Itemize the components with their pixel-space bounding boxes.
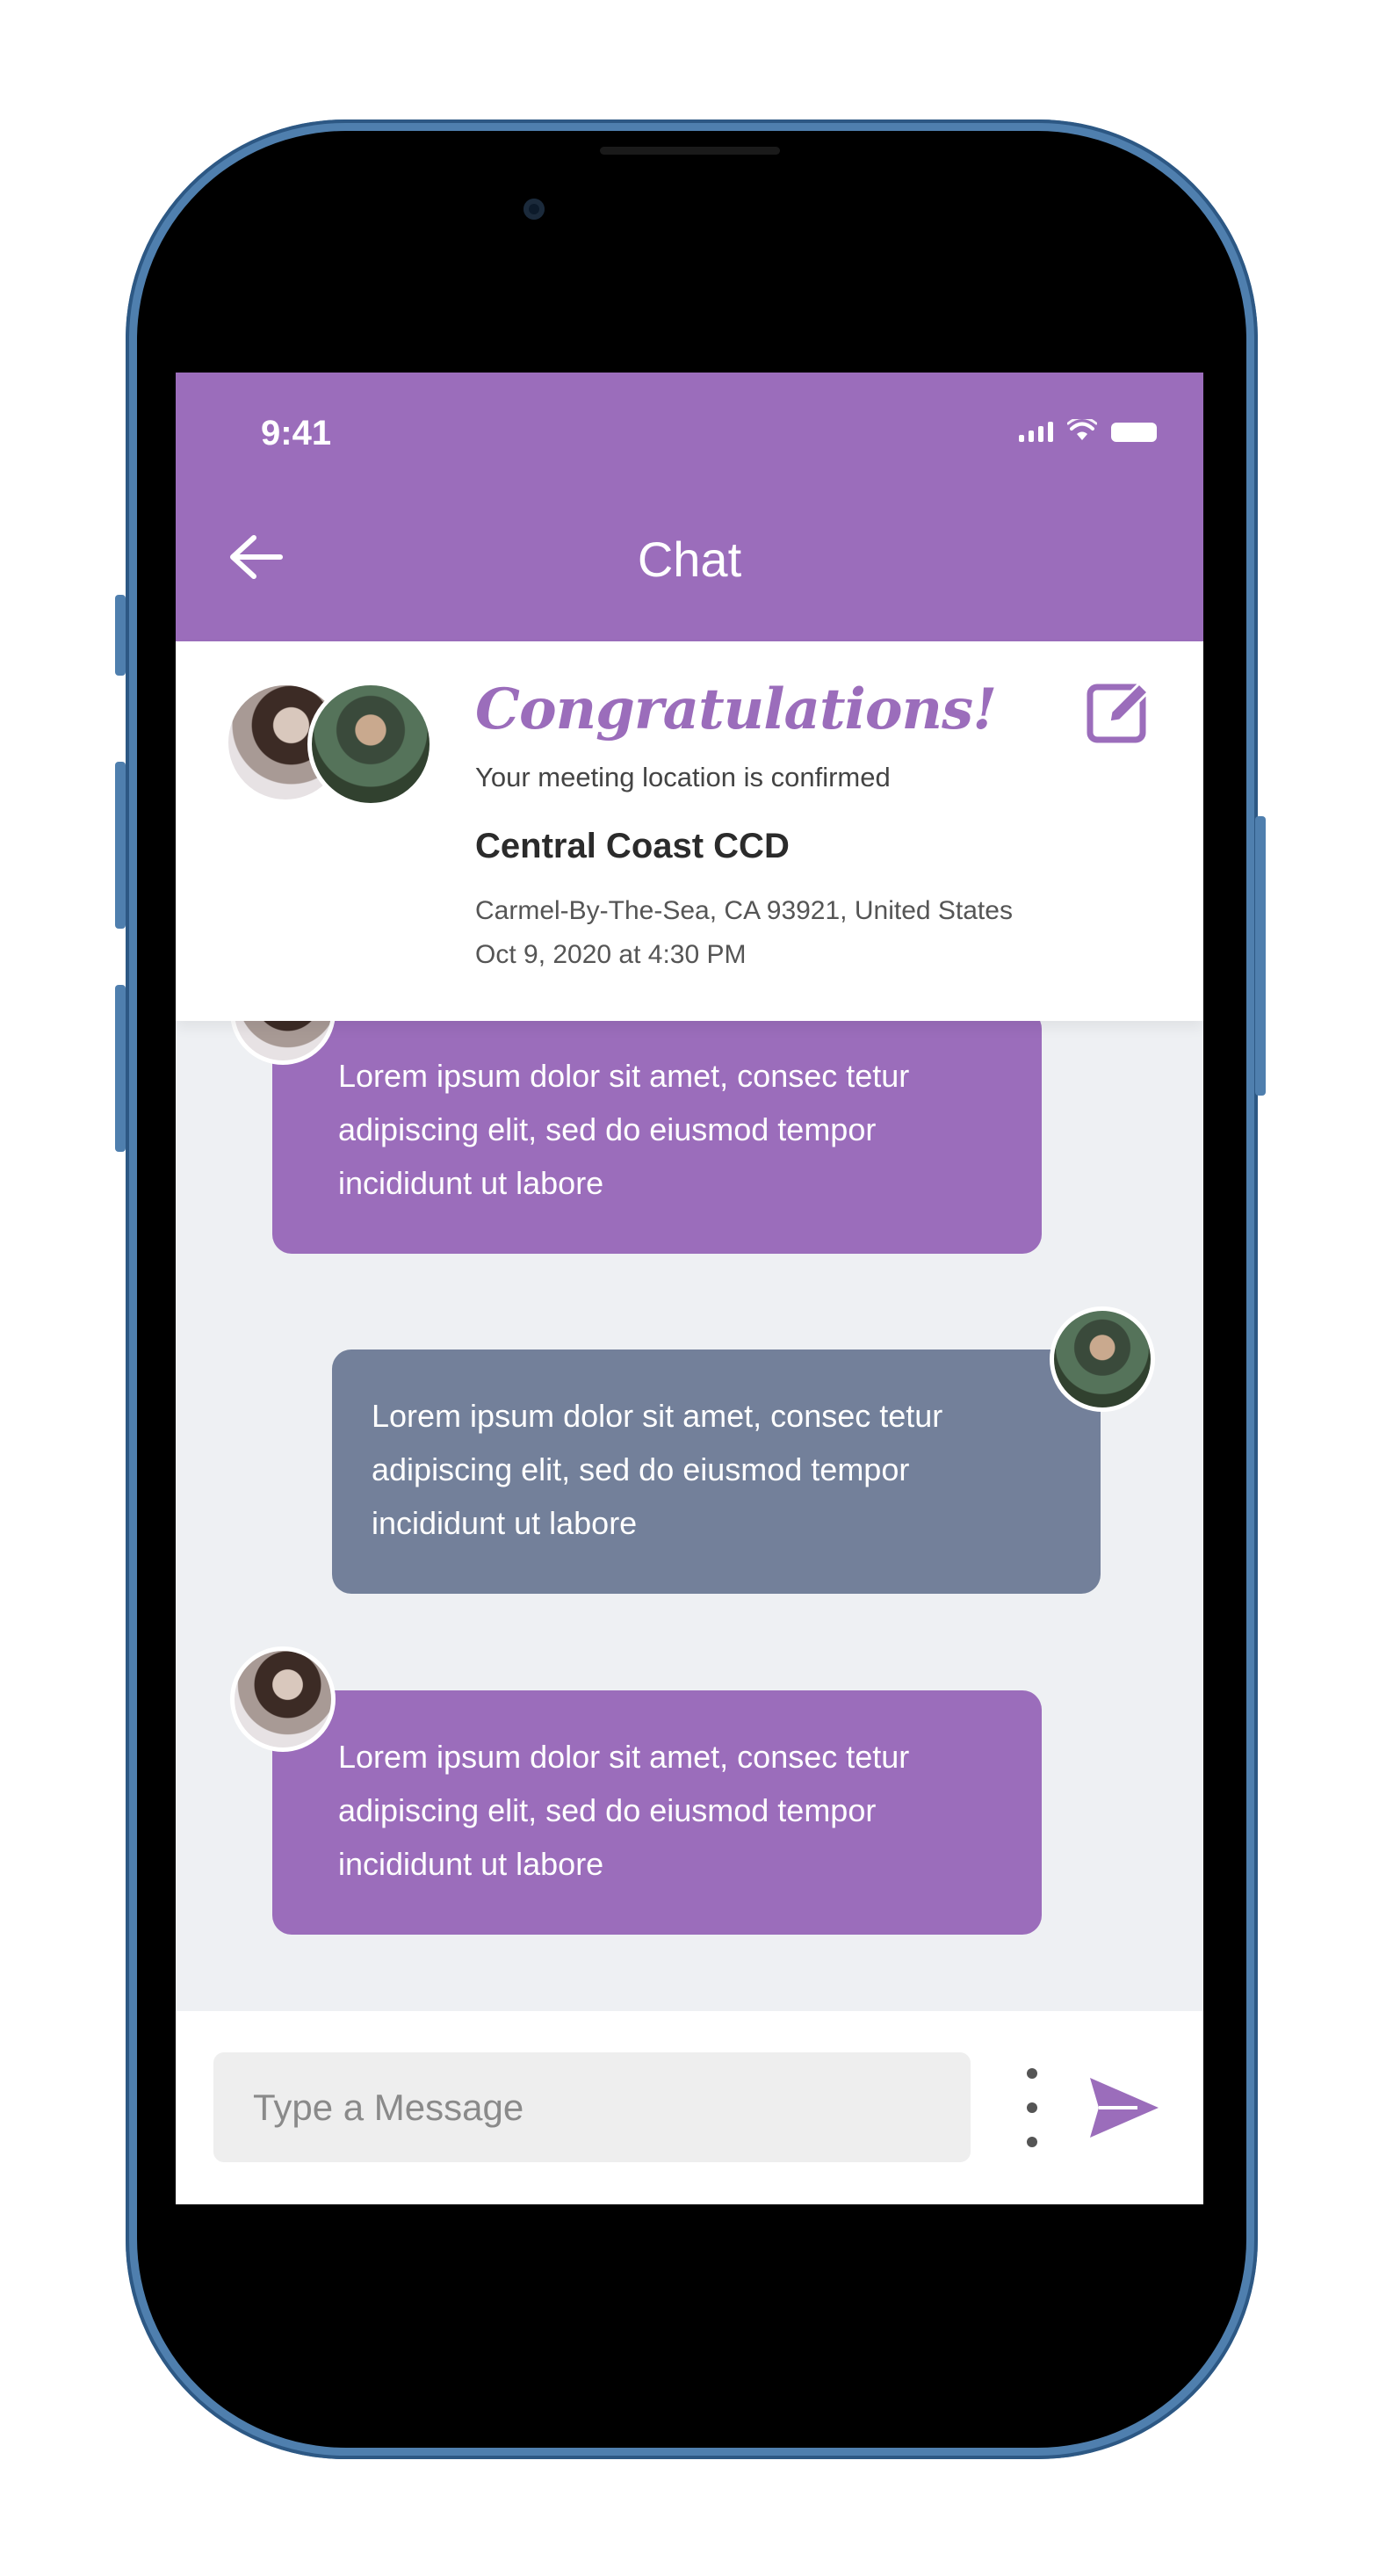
message-bubble-received: Lorem ipsum dolor sit amet, consec tetur… [272,1690,1042,1935]
meeting-place-address: Carmel-By-The-Sea, CA 93921, United Stat… [475,896,1013,925]
more-options-button[interactable] [1014,2068,1050,2147]
message-text: Lorem ipsum dolor sit amet, consec tetur… [372,1398,943,1541]
confirmation-heading: Congratulations! [475,677,997,742]
message-bubble-received: Lorem ipsum dolor sit amet, consec tetur… [272,1009,1042,1254]
message-text: Lorem ipsum dolor sit amet, consec tetur… [338,1739,910,1882]
volume-up-button [115,762,126,929]
status-icons [1019,419,1157,442]
message-text: Lorem ipsum dolor sit amet, consec tetur… [338,1058,910,1201]
power-button [1255,816,1266,1096]
send-button[interactable] [1085,2073,1164,2143]
message-bubble-sent: Lorem ipsum dolor sit amet, consec tetur… [332,1350,1101,1594]
page-title: Chat [637,532,742,587]
confirmation-card: Congratulations! Your meeting location i… [176,641,1203,1021]
avatar-current-user[interactable] [1050,1306,1155,1412]
wifi-icon [1067,419,1097,440]
avatar-other-user[interactable] [230,1646,336,1752]
edit-button[interactable] [1085,677,1155,747]
confirmation-subtitle: Your meeting location is confirmed [475,762,891,792]
message-composer [176,2011,1203,2204]
status-time: 9:41 [261,414,332,452]
send-icon [1090,2078,1159,2138]
message-input[interactable] [213,2052,971,2162]
app-bar: 9:41 Chat [176,373,1203,641]
mute-switch [115,595,126,676]
cellular-signal-icon [1019,422,1053,442]
more-vertical-icon [1027,2068,1037,2079]
app-screen: 9:41 Chat Congratulations! Your meeting … [176,373,1203,2204]
front-camera [523,199,545,220]
avatar-current-user[interactable] [307,681,434,807]
meeting-place-name: Central Coast CCD [475,827,790,865]
battery-icon [1111,423,1157,442]
speaker-grille [600,147,780,155]
meeting-datetime: Oct 9, 2020 at 4:30 PM [475,940,747,969]
edit-icon [1087,681,1151,743]
volume-down-button [115,985,126,1152]
